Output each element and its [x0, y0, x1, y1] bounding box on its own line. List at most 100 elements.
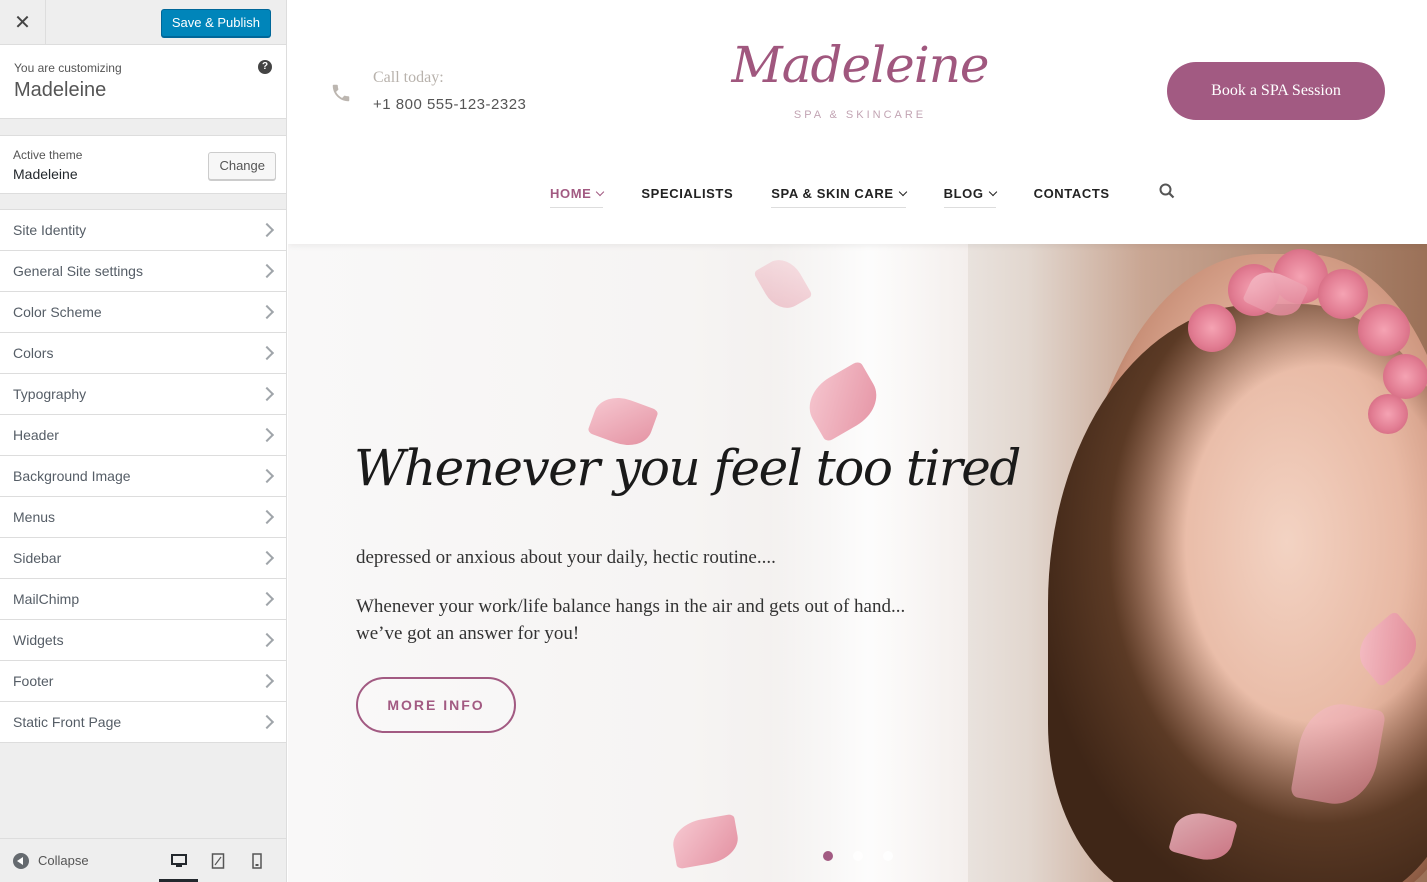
nav-label: CONTACTS [1033, 186, 1110, 201]
hero-text-line: we’ve got an answer for you! [356, 623, 580, 644]
chevron-right-icon [259, 632, 275, 648]
section-header[interactable]: Header [0, 415, 286, 456]
chevron-right-icon [259, 673, 275, 689]
chevron-right-icon [259, 263, 275, 279]
chevron-right-icon [259, 345, 275, 361]
section-widgets[interactable]: Widgets [0, 620, 286, 661]
section-general-site-settings[interactable]: General Site settings [0, 251, 286, 292]
call-today-label: Call today: [373, 69, 444, 86]
preview-desktop-button[interactable] [159, 839, 198, 882]
mobile-icon [251, 853, 262, 869]
close-customizer-button[interactable]: ✕ [0, 0, 46, 45]
petal-image [669, 813, 742, 870]
collapse-button[interactable]: Collapse [0, 852, 89, 869]
site-preview: Call today: +1 800 555-123-2323 Madelein… [288, 0, 1427, 882]
site-logo[interactable]: Madeleine SPA & SKINCARE [728, 40, 992, 121]
section-label: Widgets [13, 632, 64, 648]
section-label: Menus [13, 509, 56, 525]
chevron-right-icon [259, 386, 275, 402]
logo-tagline: SPA & SKINCARE [793, 109, 927, 121]
section-sidebar[interactable]: Sidebar [0, 538, 286, 579]
customizer-panel: ✕ Save & Publish You are customizing Mad… [0, 0, 287, 882]
section-label: General Site settings [13, 263, 143, 279]
chevron-right-icon [259, 714, 275, 730]
section-label: MailChimp [13, 591, 80, 607]
slider-dot[interactable] [823, 851, 833, 861]
chevron-right-icon [259, 304, 275, 320]
chevron-right-icon [259, 591, 275, 607]
rose-crown-image [1168, 244, 1427, 434]
slider-pagination [823, 851, 913, 861]
section-label: Color Scheme [13, 304, 102, 320]
chevron-right-icon [259, 550, 275, 566]
chevron-right-icon [259, 222, 275, 238]
chevron-right-icon [259, 427, 275, 443]
device-preview-switcher [159, 839, 276, 882]
collapse-label: Collapse [38, 853, 89, 868]
hero-text-line: Whenever your work/life balance hangs in… [356, 596, 906, 617]
nav-item-home[interactable]: HOME [550, 186, 605, 208]
active-theme-panel: Active theme Madeleine Change [0, 135, 286, 194]
nav-label: BLOG [943, 186, 984, 201]
chevron-down-icon [898, 187, 907, 196]
section-footer[interactable]: Footer [0, 661, 286, 702]
section-label: Static Front Page [13, 714, 122, 730]
customizer-header: ✕ Save & Publish [0, 0, 286, 45]
customizing-site-name: Madeleine [14, 79, 107, 101]
preview-tablet-button[interactable] [198, 839, 237, 882]
section-color-scheme[interactable]: Color Scheme [0, 292, 286, 333]
chevron-right-icon [259, 509, 275, 525]
customizer-footer: Collapse [0, 838, 286, 882]
hero-curtain-image [768, 244, 968, 882]
section-typography[interactable]: Typography [0, 374, 286, 415]
chevron-down-icon [596, 187, 605, 196]
hero-slider: Whenever you feel too tired depressed or… [288, 244, 1427, 882]
main-navigation: HOME SPECIALISTS SPA & SKIN CARE BLOG CO… [550, 183, 1175, 208]
search-icon[interactable] [1159, 183, 1175, 204]
close-icon: ✕ [14, 12, 31, 34]
save-publish-button[interactable]: Save & Publish [160, 9, 271, 37]
nav-item-contacts[interactable]: CONTACTS [1034, 186, 1110, 208]
site-header: Call today: +1 800 555-123-2323 Madelein… [288, 0, 1427, 244]
chevron-right-icon [259, 468, 275, 484]
book-spa-button[interactable]: Book a SPA Session [1167, 62, 1385, 120]
section-label: Typography [13, 386, 87, 402]
hero-title: Whenever you feel too tired [354, 439, 1021, 497]
change-theme-button[interactable]: Change [208, 152, 276, 180]
slider-dot[interactable] [853, 851, 863, 861]
tablet-icon [211, 853, 224, 869]
customizer-info: You are customizing Madeleine ? [0, 45, 286, 119]
customizing-label: You are customizing [14, 61, 122, 75]
phone-icon [330, 82, 352, 109]
section-label: Site Identity [13, 222, 87, 238]
call-info: Call today: +1 800 555-123-2323 [373, 69, 526, 113]
nav-item-blog[interactable]: BLOG [943, 186, 997, 208]
section-static-front-page[interactable]: Static Front Page [0, 702, 286, 743]
nav-label: SPA & SKIN CARE [771, 186, 894, 201]
section-mailchimp[interactable]: MailChimp [0, 579, 286, 620]
section-label: Sidebar [13, 550, 62, 566]
nav-item-spa-skin-care[interactable]: SPA & SKIN CARE [771, 186, 907, 208]
phone-number[interactable]: +1 800 555-123-2323 [373, 96, 526, 113]
nav-label: HOME [550, 186, 592, 201]
section-label: Colors [13, 345, 54, 361]
nav-item-specialists[interactable]: SPECIALISTS [641, 186, 733, 208]
section-colors[interactable]: Colors [0, 333, 286, 374]
section-site-identity[interactable]: Site Identity [0, 210, 286, 251]
hero-subtitle: depressed or anxious about your daily, h… [356, 547, 776, 568]
preview-mobile-button[interactable] [237, 839, 276, 882]
nav-label: SPECIALISTS [641, 186, 734, 201]
customizer-sections: Site Identity General Site settings Colo… [0, 209, 286, 743]
section-label: Header [13, 427, 59, 443]
slider-dot[interactable] [883, 851, 893, 861]
more-info-button[interactable]: MORE INFO [356, 677, 516, 733]
section-background-image[interactable]: Background Image [0, 456, 286, 497]
desktop-icon [170, 854, 187, 867]
help-icon[interactable]: ? [258, 60, 272, 74]
section-label: Background Image [13, 468, 131, 484]
section-label: Footer [13, 673, 54, 689]
section-menus[interactable]: Menus [0, 497, 286, 538]
chevron-down-icon [988, 187, 997, 196]
collapse-arrow-icon [13, 852, 29, 869]
logo-text: Madeleine [731, 36, 990, 94]
